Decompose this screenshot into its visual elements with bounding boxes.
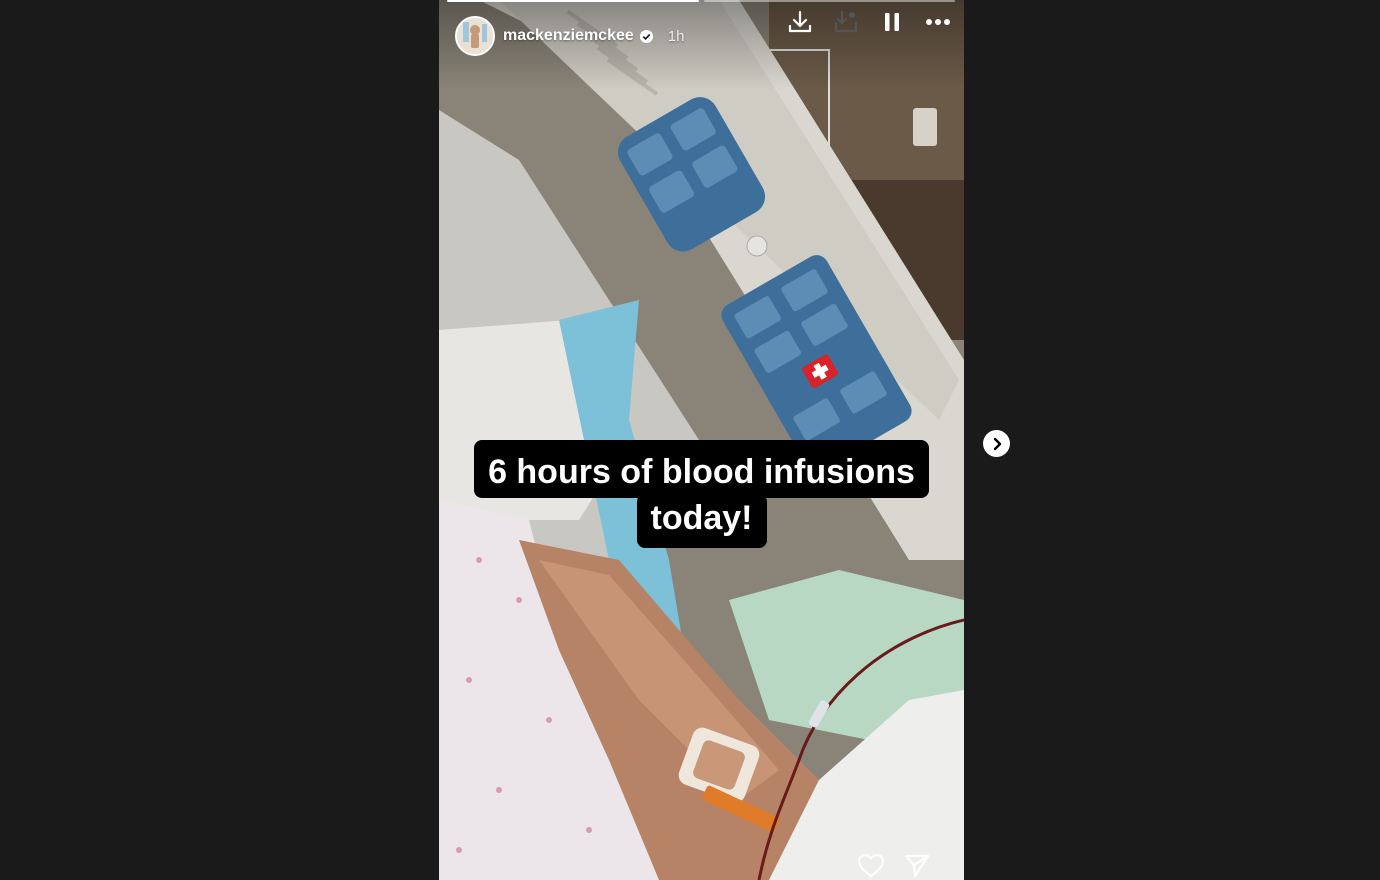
send-icon [904, 854, 930, 878]
header-actions [786, 8, 952, 36]
heart-icon [857, 853, 885, 878]
chevron-right-icon [993, 437, 1001, 450]
story-viewer: mackenziemckee 1h 6 hours of blood infus… [0, 0, 1380, 880]
caption-line: today! [636, 494, 767, 548]
more-icon [926, 19, 950, 25]
share-button[interactable] [903, 852, 931, 880]
save-button[interactable] [832, 8, 860, 36]
story-footer-actions [857, 852, 931, 880]
pause-button[interactable] [878, 8, 906, 36]
progress-segment [703, 0, 955, 2]
story-frame[interactable]: mackenziemckee 1h 6 hours of blood infus… [439, 0, 964, 880]
post-time: 1h [667, 27, 685, 45]
save-icon [834, 10, 858, 33]
username[interactable]: mackenziemckee [503, 27, 634, 45]
story-progress [447, 0, 955, 3]
avatar-image [457, 18, 493, 54]
next-story-button[interactable] [983, 430, 1010, 457]
progress-segment-fill [447, 0, 699, 2]
avatar[interactable] [455, 16, 495, 56]
more-options-button[interactable] [924, 8, 952, 36]
download-icon [788, 10, 812, 33]
like-button[interactable] [857, 852, 885, 880]
progress-segment [447, 0, 699, 2]
caption-line: 6 hours of blood infusions [474, 440, 929, 498]
download-button[interactable] [786, 8, 814, 36]
verified-badge-icon [639, 29, 653, 43]
caption: 6 hours of blood infusions today! [439, 440, 964, 548]
pause-icon [885, 13, 899, 31]
